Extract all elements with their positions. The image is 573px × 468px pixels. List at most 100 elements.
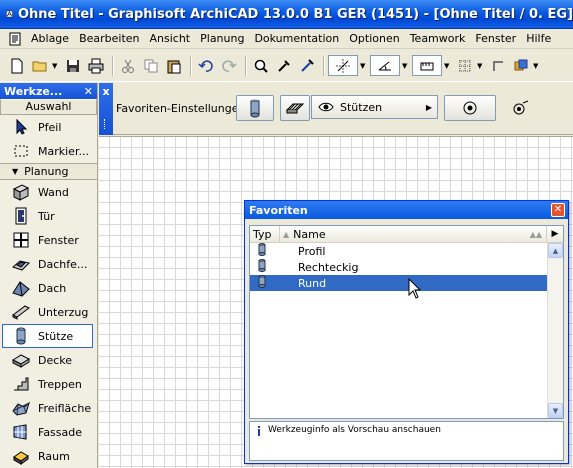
tool-window[interactable]: Fenster: [0, 228, 97, 252]
open-button[interactable]: [29, 55, 50, 76]
door-icon: [15, 207, 27, 225]
tool-label: Fenster: [38, 233, 79, 247]
new-file-button[interactable]: [6, 55, 27, 76]
snap-button[interactable]: [370, 55, 400, 76]
guide-lines-dropdown[interactable]: ▼: [360, 62, 366, 70]
favorite-item[interactable]: Rechteckig: [250, 259, 563, 275]
paste-button[interactable]: [163, 55, 184, 76]
tool-wall[interactable]: Wand: [0, 180, 97, 204]
undo-button[interactable]: [195, 55, 216, 76]
tool-mesh[interactable]: Freifläche: [0, 396, 97, 420]
tool-zone[interactable]: Raum: [0, 444, 97, 468]
menu-teamwork[interactable]: Teamwork: [405, 32, 471, 45]
menu-ansicht[interactable]: Ansicht: [145, 32, 196, 45]
eyedropper-button[interactable]: [273, 55, 294, 76]
column-name-label: Name: [293, 227, 326, 241]
floppy-disk-icon: [66, 59, 79, 72]
ruler-dropdown[interactable]: ▼: [444, 62, 450, 70]
toolbox-section-auswahl[interactable]: Auswahl: [0, 99, 97, 115]
tool-slab[interactable]: Decke: [0, 348, 97, 372]
anchor-point-button[interactable]: [444, 95, 496, 121]
column-menu-arrow-icon[interactable]: ▶: [547, 226, 563, 242]
document-icon[interactable]: [8, 32, 22, 46]
toolbox-palette: Werkze... ✕ Auswahl Pfeil Markier... ▼ P…: [0, 83, 98, 468]
ruler-button[interactable]: [412, 55, 442, 76]
menu-ablage[interactable]: Ablage: [26, 32, 74, 45]
column-icon: [250, 99, 260, 118]
print-button[interactable]: [85, 55, 106, 76]
info-box-close-icon[interactable]: x: [102, 85, 109, 98]
toolbox-group-planung[interactable]: ▼ Planung: [0, 163, 97, 180]
tool-label: Dach: [38, 281, 67, 295]
ruler-icon: [420, 62, 434, 70]
close-icon[interactable]: ✕: [551, 203, 565, 217]
guide-lines-button[interactable]: [328, 55, 358, 76]
tool-beam[interactable]: Unterzug: [0, 300, 97, 324]
planning-tool-list: Wand Tür Fenster Dachfe... Dach Unterzug Stütz…: [0, 180, 97, 468]
info-box: x Favoriten-Einstellungen Stützen ▶: [99, 83, 573, 135]
fill-settings-button[interactable]: [280, 95, 310, 121]
tool-label: Freifläche: [38, 401, 92, 415]
tool-door[interactable]: Tür: [0, 204, 97, 228]
column-settings-button[interactable]: [236, 95, 274, 121]
menu-dokumentation[interactable]: Dokumentation: [249, 32, 344, 45]
copy-button[interactable]: [140, 55, 161, 76]
menu-fenster[interactable]: Fenster: [470, 32, 521, 45]
layer-button[interactable]: [487, 55, 508, 76]
favorite-item[interactable]: Rund: [250, 275, 563, 291]
guide-lines-icon: [336, 58, 350, 73]
tool-markierung[interactable]: Markier...: [0, 139, 97, 163]
layer-combo-button[interactable]: [510, 55, 531, 76]
layer-combo-dropdown[interactable]: ▼: [533, 62, 539, 70]
redo-button[interactable]: [218, 55, 239, 76]
column-icon: [16, 327, 26, 345]
favorite-item-name: Rechteckig: [298, 260, 359, 274]
tool-column[interactable]: Stütze: [2, 324, 93, 348]
tool-pfeil[interactable]: Pfeil: [0, 115, 97, 139]
column-header-name[interactable]: ▲ Name ▲▲: [280, 226, 547, 242]
mesh-icon: [12, 401, 30, 416]
layer-select[interactable]: Stützen ▶: [311, 95, 438, 119]
cut-button[interactable]: [117, 55, 138, 76]
info-box-handle[interactable]: x: [99, 83, 113, 135]
beam-icon: [12, 305, 30, 320]
favorite-item[interactable]: Profil: [250, 243, 563, 259]
tool-stair[interactable]: Treppen: [0, 372, 97, 396]
vertical-scrollbar[interactable]: ▲ ▼: [547, 243, 563, 418]
title-bar: Ohne Titel - Graphisoft ArchiCAD 13.0.0 …: [0, 0, 573, 29]
tool-roof-window[interactable]: Dachfe...: [0, 252, 97, 276]
column-header-typ[interactable]: Typ: [250, 226, 280, 242]
favorite-item-name: Profil: [298, 244, 326, 258]
standard-toolbar: ▼ ▼ ▼ ▼ ▼ ▼: [0, 50, 573, 82]
grid-button[interactable]: [454, 55, 475, 76]
geometry-method-button[interactable]: [511, 99, 531, 120]
zoom-button[interactable]: [250, 55, 271, 76]
favorites-settings-label: Favoriten-Einstellungen: [116, 102, 246, 115]
toolbox-header[interactable]: Werkze... ✕: [0, 83, 97, 99]
tool-curtain-wall[interactable]: Fassade: [0, 420, 97, 444]
scroll-down-icon[interactable]: ▼: [548, 403, 563, 418]
open-dropdown-arrow[interactable]: ▼: [52, 62, 58, 70]
menu-hilfe[interactable]: Hilfe: [521, 32, 556, 45]
printer-icon: [88, 58, 103, 73]
menu-optionen[interactable]: Optionen: [344, 32, 404, 45]
zone-icon: [13, 451, 29, 465]
syringe-button[interactable]: [296, 55, 317, 76]
toolbar-separator: [323, 55, 324, 76]
stair-icon: [14, 377, 29, 391]
drag-grip-icon[interactable]: [104, 119, 107, 129]
info-icon: [258, 426, 260, 436]
menu-planung[interactable]: Planung: [195, 32, 249, 45]
favorites-title-bar[interactable]: Favoriten ✕: [245, 201, 568, 219]
scroll-up-icon[interactable]: ▲: [548, 243, 563, 258]
favorites-info-text: Werkzeuginfo als Vorschau anschauen: [268, 425, 441, 435]
slab-icon: [12, 354, 30, 368]
sort-asc-icon: ▲: [283, 229, 290, 239]
save-button[interactable]: [62, 55, 83, 76]
tool-roof[interactable]: Dach: [0, 276, 97, 300]
grid-dropdown[interactable]: ▼: [477, 62, 483, 70]
toolbox-close-icon[interactable]: ✕: [84, 85, 93, 98]
snap-dropdown[interactable]: ▼: [402, 62, 408, 70]
menu-bearbeiten[interactable]: Bearbeiten: [74, 32, 144, 45]
magnifier-icon: [254, 59, 268, 73]
